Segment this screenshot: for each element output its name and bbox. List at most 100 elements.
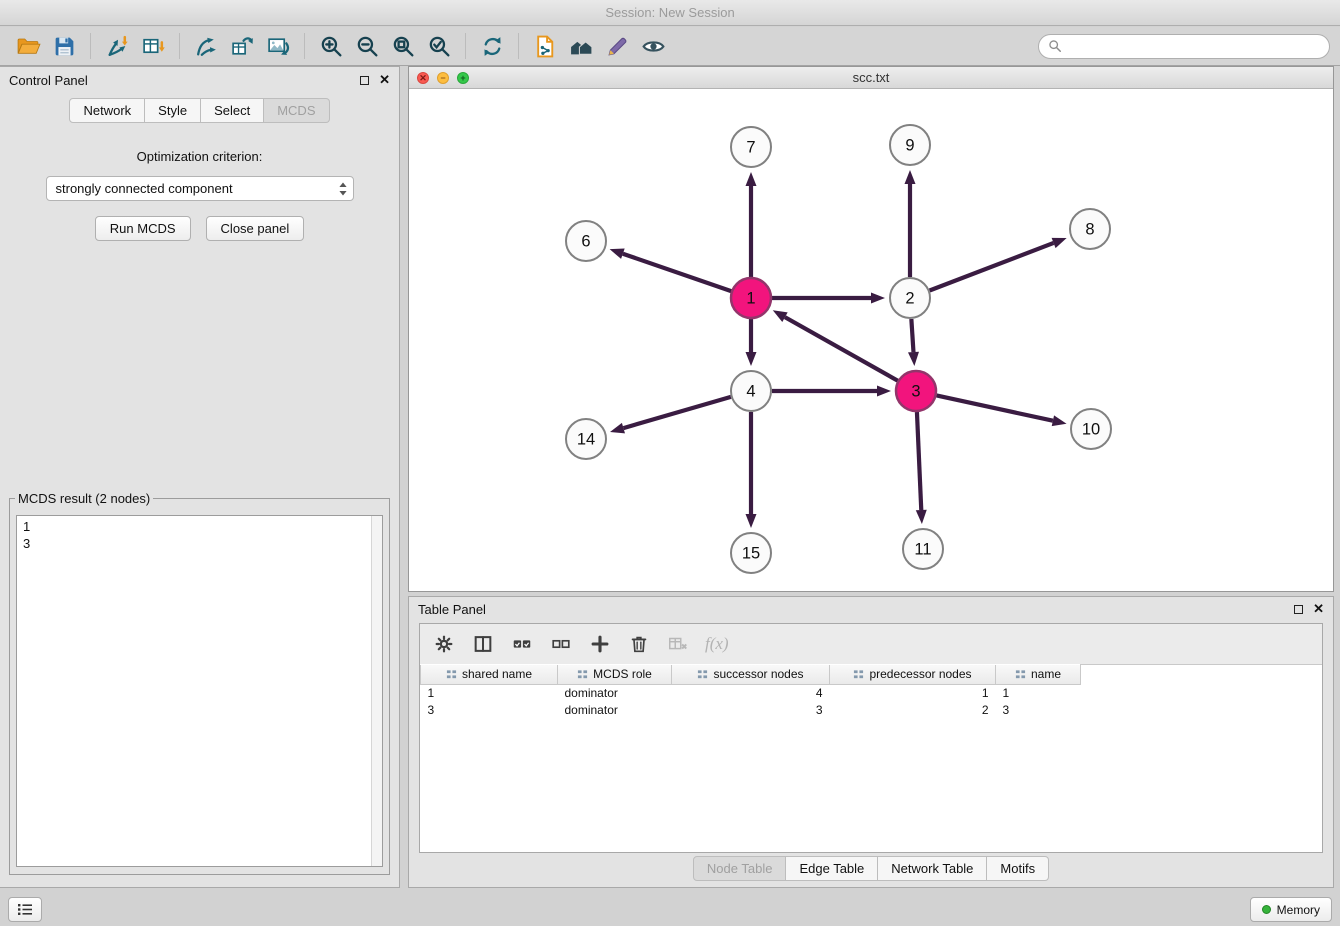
graph-node-11[interactable]: 11	[903, 529, 943, 569]
close-window-icon[interactable]: ✕	[417, 72, 429, 84]
arrowhead-icon	[871, 293, 885, 304]
double-home-icon	[569, 34, 594, 59]
tab-node-table[interactable]: Node Table	[693, 856, 787, 881]
show-columns-button[interactable]	[471, 632, 495, 656]
float-table-panel-icon[interactable]	[1294, 605, 1303, 614]
app-window: Session: New Session	[0, 0, 1340, 926]
table-settings-button[interactable]	[432, 632, 456, 656]
export-image-icon	[266, 34, 291, 59]
run-mcds-button[interactable]: Run MCDS	[95, 216, 191, 241]
close-panel-button[interactable]: Close panel	[206, 216, 305, 241]
graph-node-7[interactable]: 7	[731, 127, 771, 167]
select-all-columns-button[interactable]	[510, 632, 534, 656]
show-hide-graphics-button[interactable]	[635, 30, 671, 62]
open-session-button[interactable]	[10, 30, 46, 62]
graph-node-15[interactable]: 15	[731, 533, 771, 573]
minimize-window-icon[interactable]: −	[437, 72, 449, 84]
graph-edge-2-3[interactable]	[911, 319, 913, 352]
zoom-out-icon	[355, 34, 380, 59]
graph-node-2[interactable]: 2	[890, 278, 930, 318]
column-header-name[interactable]: name	[996, 665, 1081, 685]
tab-mcds[interactable]: MCDS	[264, 98, 329, 123]
graph-node-4[interactable]: 4	[731, 371, 771, 411]
graph-edge-3-1[interactable]	[785, 317, 898, 381]
column-header-mcds-role[interactable]: MCDS role	[558, 665, 672, 685]
control-panel-header: Control Panel ✕	[0, 67, 399, 93]
mcds-result-list[interactable]: 1 3	[16, 515, 383, 867]
checked-boxes-icon	[511, 633, 533, 655]
table-row[interactable]: 3 dominator 3 2 3	[421, 702, 1323, 719]
arrowhead-icon	[746, 352, 757, 366]
tab-select[interactable]: Select	[201, 98, 264, 123]
graph-node-8[interactable]: 8	[1070, 209, 1110, 249]
close-panel-icon[interactable]: ✕	[379, 74, 390, 86]
apply-layout-button[interactable]	[474, 30, 510, 62]
control-panel-title: Control Panel	[9, 73, 88, 88]
graph-edge-1-6[interactable]	[623, 254, 731, 291]
float-panel-icon[interactable]	[360, 76, 369, 85]
delete-table-icon	[667, 633, 689, 655]
column-header-successor-nodes[interactable]: successor nodes	[672, 665, 830, 685]
toolbar-separator	[465, 33, 466, 59]
graph-edge-3-11[interactable]	[917, 412, 921, 510]
zoom-selected-button[interactable]	[421, 30, 457, 62]
arrowhead-icon	[773, 310, 788, 322]
arrowhead-icon	[1052, 238, 1067, 248]
zoom-out-button[interactable]	[349, 30, 385, 62]
table-row[interactable]: 1 dominator 4 1 1	[421, 685, 1323, 702]
zoom-window-icon[interactable]: +	[457, 72, 469, 84]
show-panels-button[interactable]	[8, 897, 42, 922]
column-header-shared-name[interactable]: shared name	[421, 665, 558, 685]
network-graph[interactable]: 7 9 6 8 1 2 4 3 14 10 15 11	[409, 89, 1333, 591]
memory-button[interactable]: Memory	[1250, 897, 1332, 922]
tab-network[interactable]: Network	[69, 98, 145, 123]
titlebar: Session: New Session	[0, 0, 1340, 26]
open-panel-button[interactable]	[527, 30, 563, 62]
arrowhead-icon	[746, 514, 757, 528]
zoom-selected-icon	[427, 34, 452, 59]
zoom-in-button[interactable]	[313, 30, 349, 62]
tab-motifs[interactable]: Motifs	[987, 856, 1049, 881]
refresh-icon	[480, 34, 505, 59]
delete-column-button[interactable]	[627, 632, 651, 656]
clone-network-button[interactable]	[224, 30, 260, 62]
optimization-criterion-select[interactable]: strongly connected component	[46, 176, 354, 201]
create-column-button[interactable]	[588, 632, 612, 656]
graph-edge-4-14[interactable]	[623, 397, 730, 428]
graph-node-3[interactable]: 3	[896, 371, 936, 411]
graph-node-6[interactable]: 6	[566, 221, 606, 261]
zoom-fit-button[interactable]	[385, 30, 421, 62]
mcds-result-line: 3	[23, 535, 376, 552]
tab-edge-table[interactable]: Edge Table	[786, 856, 878, 881]
network-window-titlebar[interactable]: ✕ − + scc.txt	[409, 67, 1333, 89]
import-network-button[interactable]	[99, 30, 135, 62]
close-table-panel-icon[interactable]: ✕	[1313, 603, 1324, 615]
graph-edge-3-10[interactable]	[937, 395, 1053, 420]
svg-text:7: 7	[746, 139, 755, 157]
new-network-button[interactable]	[188, 30, 224, 62]
tab-style[interactable]: Style	[145, 98, 201, 123]
network-analyzer-button[interactable]	[563, 30, 599, 62]
export-image-button[interactable]	[260, 30, 296, 62]
graph-node-14[interactable]: 14	[566, 419, 606, 459]
document-network-icon	[533, 34, 558, 59]
import-table-button[interactable]	[135, 30, 171, 62]
pen-icon	[605, 34, 630, 59]
clone-network-icon	[230, 34, 255, 59]
tab-network-table[interactable]: Network Table	[878, 856, 987, 881]
graph-node-1[interactable]: 1	[731, 278, 771, 318]
deselect-all-columns-button[interactable]	[549, 632, 573, 656]
graph-node-10[interactable]: 10	[1071, 409, 1111, 449]
dropdown-stepper-icon	[338, 181, 348, 197]
column-header-predecessor-nodes[interactable]: predecessor nodes	[830, 665, 996, 685]
graph-node-9[interactable]: 9	[890, 125, 930, 165]
toolbar-separator	[304, 33, 305, 59]
save-session-button[interactable]	[46, 30, 82, 62]
graph-edge-2-8[interactable]	[930, 243, 1054, 291]
annotation-button[interactable]	[599, 30, 635, 62]
result-scrollbar[interactable]	[371, 516, 382, 866]
plus-icon	[589, 633, 611, 655]
arrowhead-icon	[916, 510, 927, 524]
arrowhead-icon	[877, 386, 891, 397]
search-input[interactable]	[1067, 39, 1320, 54]
